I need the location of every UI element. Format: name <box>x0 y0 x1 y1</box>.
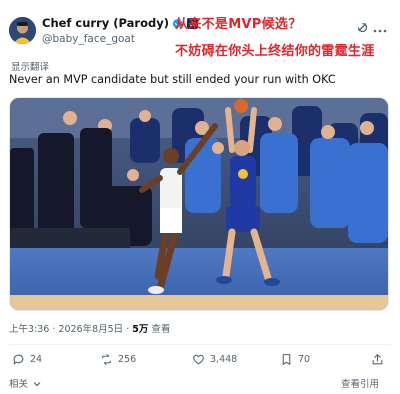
share-icon <box>372 354 383 365</box>
share-button[interactable] <box>371 353 384 366</box>
views-label: 查看 <box>151 324 171 335</box>
grok-icon[interactable] <box>356 18 368 33</box>
reply-button[interactable]: 24 <box>12 353 42 366</box>
handle[interactable]: @baby_face_goat <box>42 33 135 45</box>
show-translation-link[interactable]: 显示翻译 <box>11 59 49 73</box>
tweet-meta: 上午3:36 · 2026年8月5日 · 5万 查看 <box>9 321 170 335</box>
retweet-count: 256 <box>118 354 137 365</box>
tweet-card: Chef curry (Parody) @baby_face_goat 从来不是… <box>0 0 400 394</box>
retweet-icon <box>102 354 111 365</box>
view-quotes-link[interactable]: 查看引用 <box>341 376 379 390</box>
reply-icon <box>13 354 24 365</box>
retweet-button[interactable]: 256 <box>100 353 136 366</box>
bookmark-count: 70 <box>298 354 311 365</box>
tweet-photo[interactable] <box>9 97 389 311</box>
reply-count: 24 <box>30 354 43 365</box>
chevron-down-icon <box>33 382 41 387</box>
like-count: 3,448 <box>210 354 238 365</box>
basketball-photo <box>10 98 388 310</box>
more-options-icon[interactable] <box>373 20 387 33</box>
avatar[interactable] <box>9 17 36 44</box>
like-button[interactable]: 3,448 <box>192 353 237 366</box>
overlay-caption-line2: 不妨碍在你头上终结你的雷霆生涯 <box>175 44 375 59</box>
views-count: 5万 <box>132 324 149 335</box>
related-button[interactable]: 相关 <box>9 376 41 390</box>
tweet-time[interactable]: 上午3:36 <box>9 324 49 335</box>
divider <box>9 344 391 345</box>
tweet-date[interactable]: 2026年8月5日 <box>58 324 123 335</box>
overlay-caption-line1: 从来不是MVP候选？ <box>175 17 302 32</box>
heart-icon <box>193 354 204 365</box>
related-label: 相关 <box>9 379 29 390</box>
bookmark-button[interactable]: 70 <box>280 353 310 366</box>
tweet-text: Never an MVP candidate but still ended y… <box>9 73 336 86</box>
bookmark-icon <box>282 354 291 365</box>
action-bar: 24 256 3,448 70 <box>12 353 388 369</box>
display-name[interactable]: Chef curry (Parody) <box>42 16 169 30</box>
